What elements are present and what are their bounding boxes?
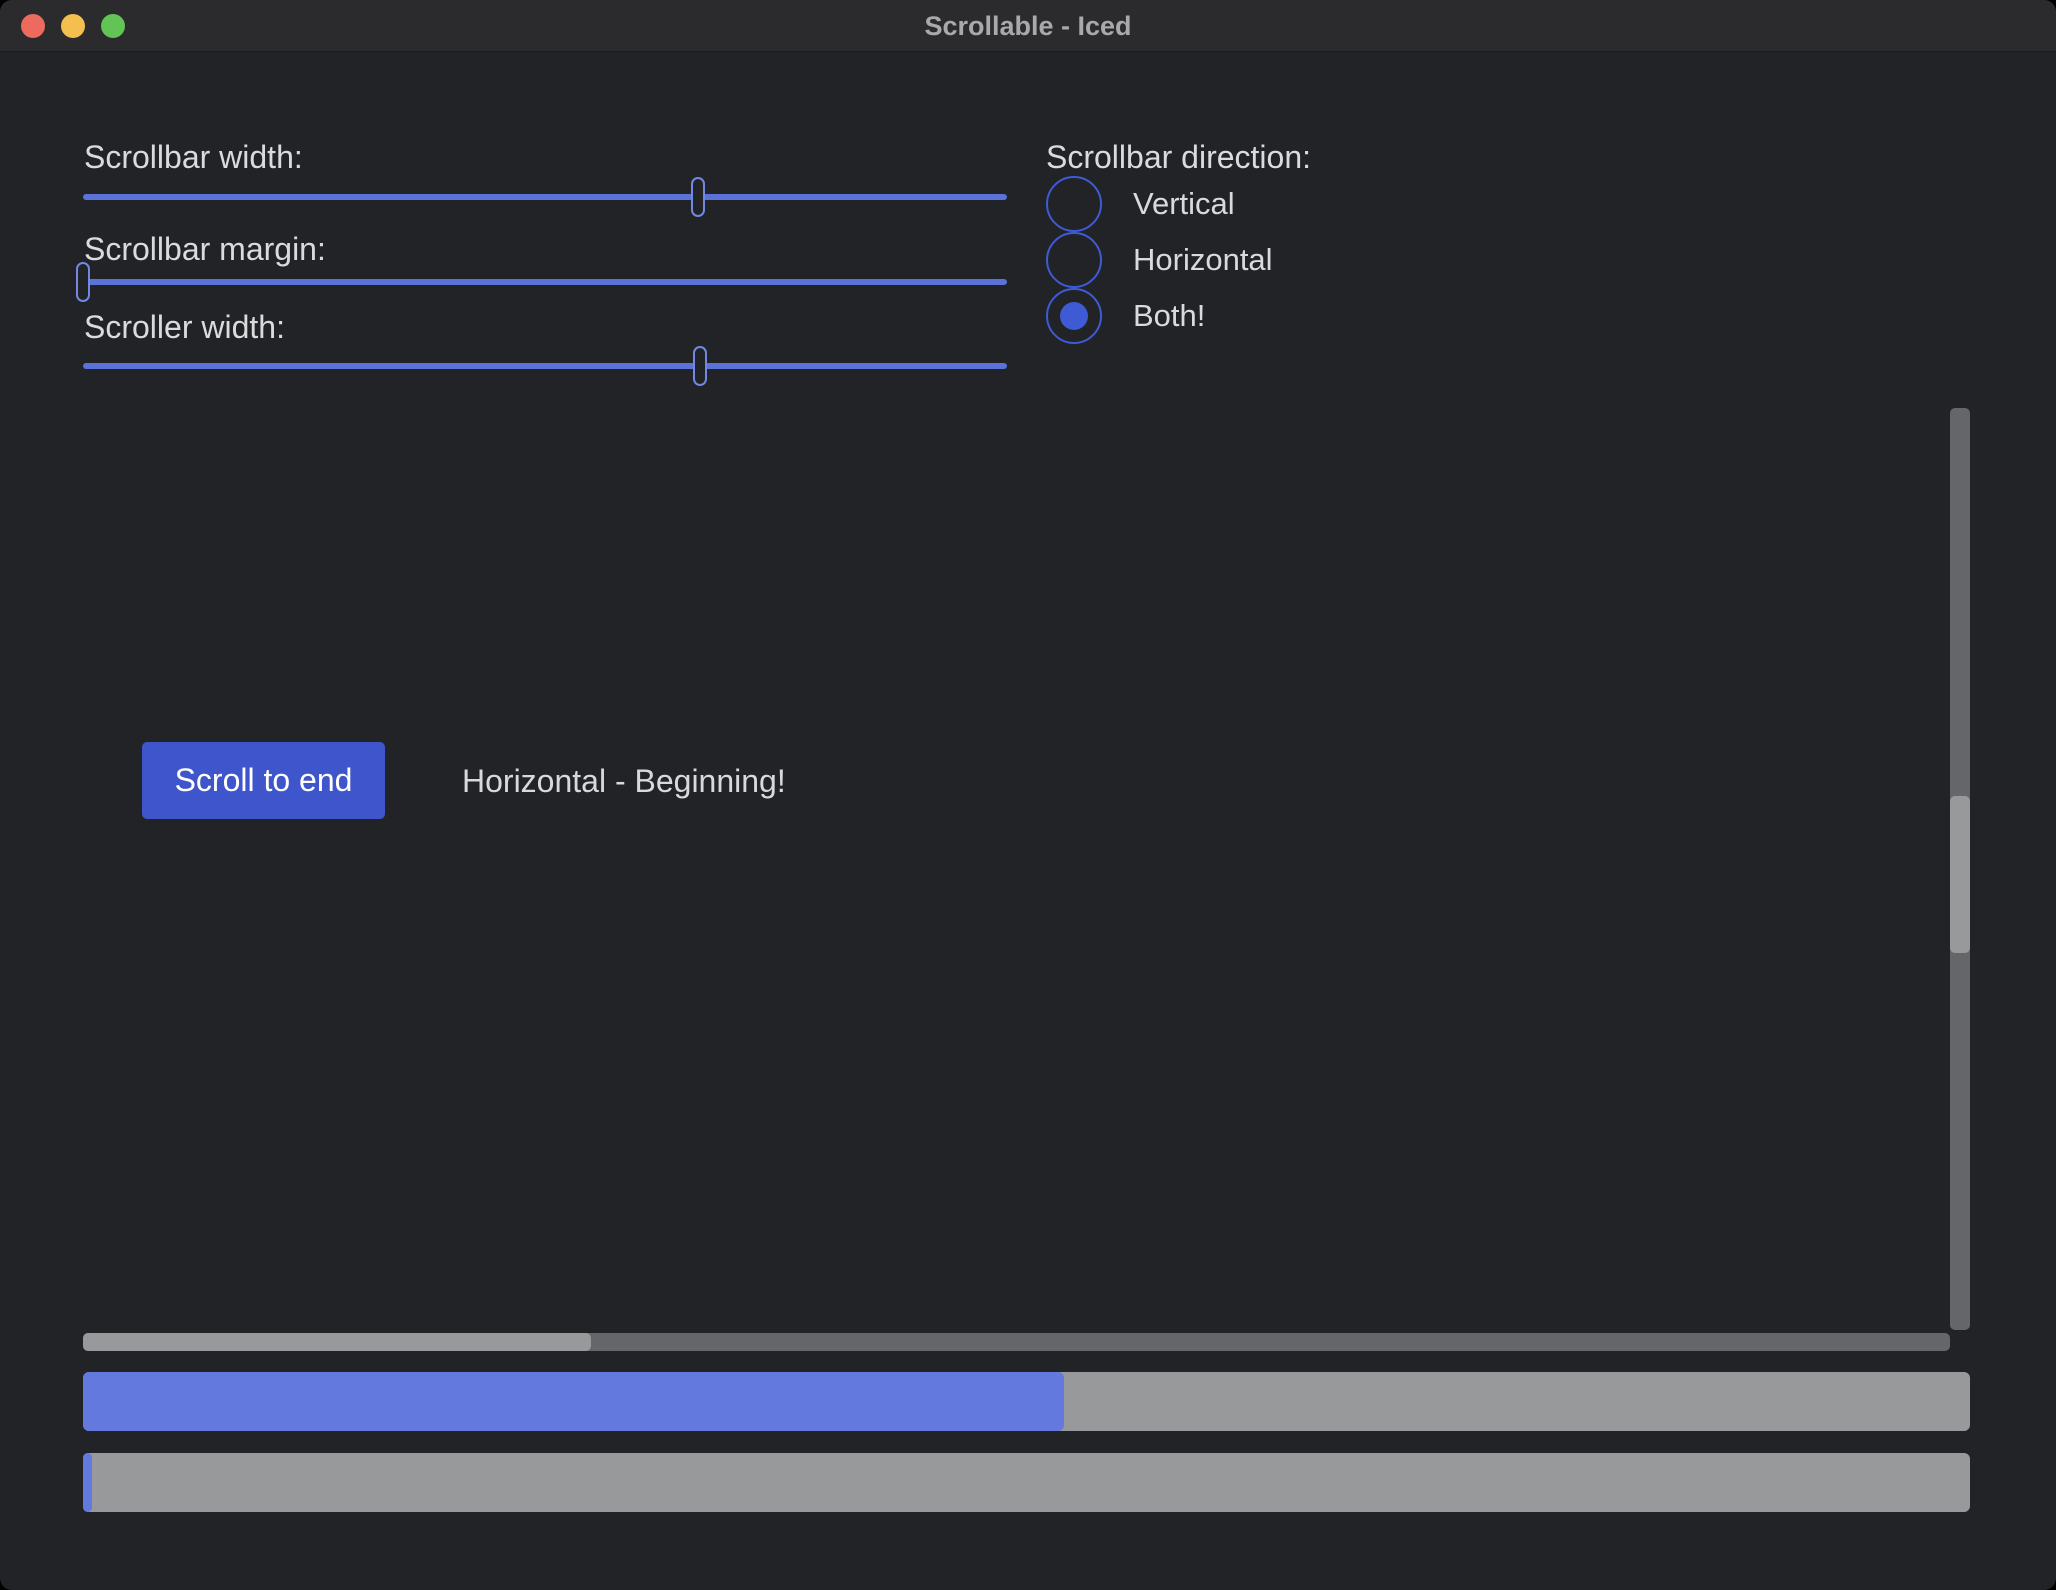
radio-selected-dot — [1060, 302, 1088, 330]
titlebar: Scrollable - Iced — [0, 0, 2056, 52]
scroller-width-label: Scroller width: — [84, 309, 285, 345]
radio-both[interactable] — [1046, 288, 1102, 344]
slider-rail[interactable] — [83, 363, 1007, 369]
horizontal-scrollbar-track[interactable] — [83, 1333, 1950, 1351]
scrollbar-direction-label: Scrollbar direction: — [1046, 139, 1311, 175]
y-progress-fill — [83, 1453, 92, 1512]
vertical-scrollbar-track[interactable] — [1950, 408, 1970, 1330]
y-progress-bar — [83, 1453, 1970, 1512]
horizontal-scrollbar-thumb[interactable] — [83, 1333, 591, 1351]
x-progress-bar — [83, 1372, 1970, 1431]
scroller-width-slider[interactable] — [83, 346, 1007, 386]
scroll-status-text: Horizontal - Beginning! — [462, 764, 786, 798]
radio-horizontal[interactable] — [1046, 232, 1102, 288]
scrollbar-width-slider[interactable] — [83, 177, 1007, 217]
scroll-to-end-button-label: Scroll to end — [175, 762, 353, 799]
slider-handle[interactable] — [693, 346, 707, 386]
radio-vertical-label[interactable]: Vertical — [1133, 186, 1235, 222]
scrollbar-width-label: Scrollbar width: — [84, 139, 303, 175]
scroll-to-end-button[interactable]: Scroll to end — [142, 742, 385, 819]
radio-both-label[interactable]: Both! — [1133, 298, 1205, 334]
slider-handle[interactable] — [76, 262, 90, 302]
zoom-button[interactable] — [101, 14, 125, 38]
close-button[interactable] — [21, 14, 45, 38]
minimize-button[interactable] — [61, 14, 85, 38]
x-progress-fill — [83, 1372, 1064, 1431]
scrollbar-margin-slider[interactable] — [83, 262, 1007, 302]
app-window: Scrollable - Iced Scrollbar width: Scrol… — [0, 0, 2056, 1590]
radio-horizontal-label[interactable]: Horizontal — [1133, 242, 1273, 278]
vertical-scrollbar-thumb[interactable] — [1950, 796, 1970, 953]
window-title: Scrollable - Iced — [0, 0, 2056, 52]
slider-rail[interactable] — [83, 194, 1007, 200]
slider-handle[interactable] — [691, 177, 705, 217]
radio-vertical[interactable] — [1046, 176, 1102, 232]
slider-rail[interactable] — [83, 279, 1007, 285]
